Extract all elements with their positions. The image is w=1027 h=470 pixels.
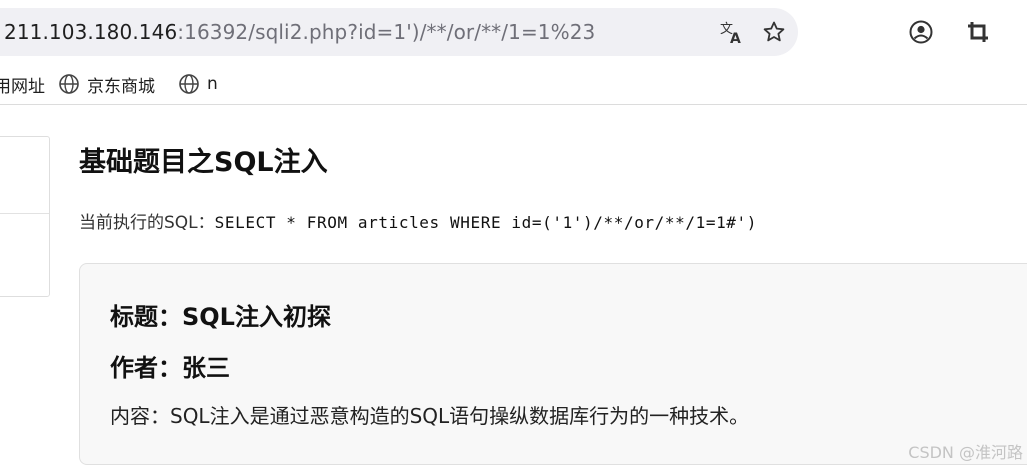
- watermark: CSDN @淮河路: [908, 443, 1023, 462]
- crop-icon[interactable]: [962, 16, 994, 48]
- bookmarks-bar: 用网址 京东商城 n: [0, 64, 1027, 105]
- sql-query: SELECT * FROM articles WHERE id=('1')/**…: [214, 213, 757, 232]
- sql-label: 当前执行的SQL：: [79, 213, 215, 233]
- browser-toolbar: 211.103.180.146:16392/sqli2.php?id=1')/*…: [0, 0, 1027, 64]
- bookmark-label: 京东商城: [87, 76, 155, 97]
- article-author: 作者：张三: [110, 354, 230, 382]
- url-path: :16392/sqli2.php?id=1')/**/or/**/1=1%23: [177, 20, 596, 44]
- url-host: 211.103.180.146: [4, 20, 178, 44]
- globe-icon: [178, 73, 200, 95]
- svg-text:A: A: [730, 31, 741, 45]
- article-content: 内容：SQL注入是通过恶意构造的SQL语句操纵数据库行为的一种技术。: [110, 404, 750, 428]
- bookmark-item[interactable]: 用网址: [0, 74, 45, 97]
- translate-icon[interactable]: 文 A: [716, 16, 748, 48]
- bookmark-label: 用网址: [0, 76, 45, 97]
- article-title: 标题：SQL注入初探: [110, 303, 331, 331]
- sidebar-divider: [0, 213, 49, 214]
- bookmark-item-jd[interactable]: 京东商城: [58, 73, 155, 97]
- url-text[interactable]: 211.103.180.146:16392/sqli2.php?id=1')/*…: [4, 19, 595, 45]
- star-icon[interactable]: [758, 16, 790, 48]
- globe-icon: [58, 73, 80, 95]
- article-card: 标题：SQL注入初探 作者：张三 内容：SQL注入是通过恶意构造的SQL语句操纵…: [79, 263, 1027, 465]
- sql-statement: 当前执行的SQL：SELECT * FROM articles WHERE id…: [79, 208, 757, 233]
- account-icon[interactable]: [905, 16, 937, 48]
- bookmark-item-n[interactable]: n: [178, 74, 218, 94]
- sidebar-panel: [0, 136, 50, 297]
- bookmark-label: n: [207, 74, 218, 94]
- address-bar[interactable]: 211.103.180.146:16392/sqli2.php?id=1')/*…: [0, 8, 798, 56]
- page-title: 基础题目之SQL注入: [79, 147, 328, 178]
